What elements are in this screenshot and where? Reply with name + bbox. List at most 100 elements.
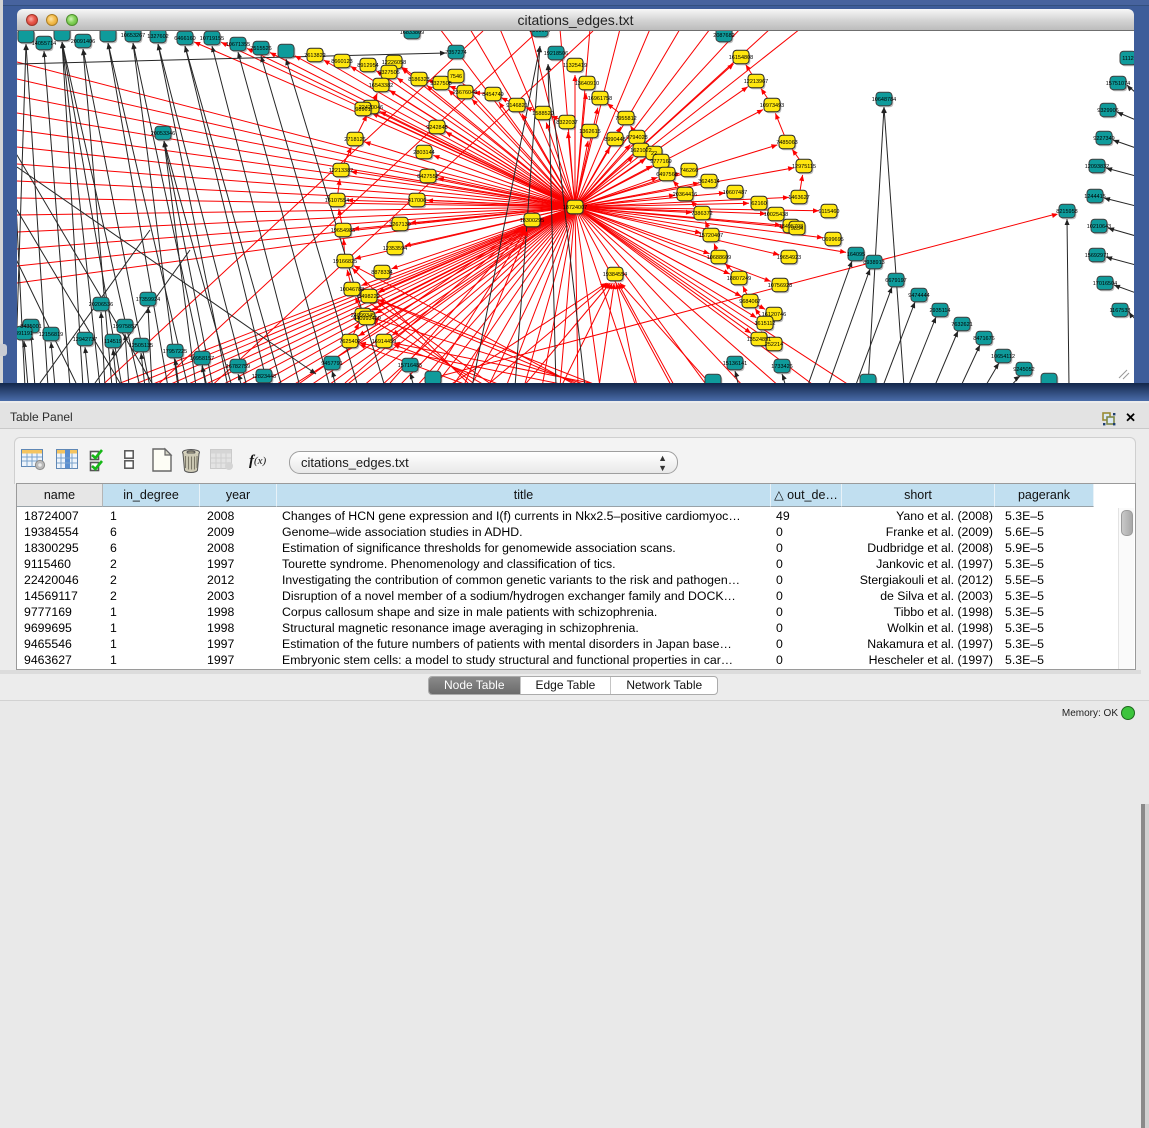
svg-text:15720407: 15720407 xyxy=(699,233,723,239)
svg-text:9457791: 9457791 xyxy=(321,361,342,367)
svg-text:10046788: 10046788 xyxy=(340,287,364,293)
svg-text:7632621: 7632621 xyxy=(951,322,972,328)
svg-text:10719155: 10719155 xyxy=(200,36,224,42)
svg-text:8215958: 8215958 xyxy=(1056,209,1077,215)
svg-text:10973493: 10973493 xyxy=(760,103,784,109)
svg-text:10958157: 10958157 xyxy=(190,356,214,362)
svg-text:1733426: 1733426 xyxy=(771,364,792,370)
svg-text:15136141: 15136141 xyxy=(723,361,747,367)
svg-text:8660123: 8660123 xyxy=(331,59,352,65)
svg-text:12156819: 12156819 xyxy=(39,332,63,338)
svg-text:12226058: 12226058 xyxy=(382,60,406,66)
svg-text:7625402: 7625402 xyxy=(339,339,360,345)
svg-text:7955812: 7955812 xyxy=(615,116,636,122)
svg-text:12823448: 12823448 xyxy=(252,374,276,380)
svg-text:114519: 114519 xyxy=(104,339,122,345)
svg-text:1112: 1112 xyxy=(1122,56,1133,62)
svg-text:6794028: 6794028 xyxy=(626,135,647,141)
svg-text:7515526: 7515526 xyxy=(250,46,271,52)
svg-text:391191: 391191 xyxy=(17,331,33,337)
svg-text:9854: 9854 xyxy=(791,226,803,232)
svg-text:2935114: 2935114 xyxy=(929,308,950,314)
svg-text:1327602: 1327602 xyxy=(147,34,168,40)
svg-text:9115460: 9115460 xyxy=(818,209,839,215)
svg-text:746266: 746266 xyxy=(680,168,698,174)
svg-text:7613822: 7613822 xyxy=(304,53,325,59)
svg-text:1621022: 1621022 xyxy=(630,148,651,154)
svg-text:12353594: 12353594 xyxy=(383,246,407,252)
svg-text:7546: 7546 xyxy=(450,74,462,80)
svg-text:6679197: 6679197 xyxy=(885,278,906,284)
svg-text:16154808: 16154808 xyxy=(729,55,753,61)
svg-text:19975857: 19975857 xyxy=(113,324,137,330)
svg-text:8938913: 8938913 xyxy=(863,260,884,266)
svg-text:18300295: 18300295 xyxy=(520,218,544,224)
svg-text:8813054: 8813054 xyxy=(529,31,550,34)
svg-text:10671355: 10671355 xyxy=(226,42,250,48)
svg-text:14055714: 14055714 xyxy=(32,41,56,47)
svg-text:8471676: 8471676 xyxy=(973,336,994,342)
svg-text:8454749: 8454749 xyxy=(482,92,503,98)
svg-text:1362615: 1362615 xyxy=(579,129,600,135)
svg-text:19654985: 19654985 xyxy=(331,228,355,234)
svg-text:7485063: 7485063 xyxy=(776,140,797,146)
svg-text:12093832: 12093832 xyxy=(1085,164,1109,170)
svg-text:10607487: 10607487 xyxy=(723,190,747,196)
svg-text:15751074: 15751074 xyxy=(1106,81,1130,87)
svg-text:9327505: 9327505 xyxy=(378,70,399,76)
svg-text:98961: 98961 xyxy=(355,107,370,113)
svg-text:6466160: 6466160 xyxy=(174,36,195,42)
svg-text:0699695: 0699695 xyxy=(822,237,843,243)
svg-text:8912954: 8912954 xyxy=(357,63,378,69)
svg-text:8322037: 8322037 xyxy=(556,120,577,126)
svg-text:252214: 252214 xyxy=(765,342,783,348)
svg-text:9474444: 9474444 xyxy=(908,293,929,299)
svg-text:9329906: 9329906 xyxy=(1097,108,1118,114)
svg-text:19218506: 19218506 xyxy=(544,51,568,57)
svg-text:20364416: 20364416 xyxy=(673,192,697,198)
svg-text:10025438: 10025438 xyxy=(764,212,788,218)
svg-text:10688609: 10688609 xyxy=(707,255,731,261)
svg-text:15716485: 15716485 xyxy=(398,363,422,369)
svg-text:9684067: 9684067 xyxy=(739,299,760,305)
svg-text:20053346: 20053346 xyxy=(151,131,175,137)
svg-text:20206536: 20206536 xyxy=(89,302,113,308)
svg-text:9245052: 9245052 xyxy=(1013,367,1034,373)
svg-text:16782759: 16782759 xyxy=(226,364,250,370)
svg-text:10653267: 10653267 xyxy=(121,33,145,39)
svg-text:7357274: 7357274 xyxy=(445,50,466,56)
svg-text:19166825: 19166825 xyxy=(333,259,357,265)
svg-text:10648784: 10648784 xyxy=(872,97,896,103)
svg-text:62160: 62160 xyxy=(751,201,766,207)
svg-text:12213382: 12213382 xyxy=(329,168,353,174)
svg-text:16961758: 16961758 xyxy=(588,96,612,102)
svg-text:16120746: 16120746 xyxy=(762,312,786,318)
svg-text:1588520: 1588520 xyxy=(532,111,553,117)
svg-text:8878334: 8878334 xyxy=(371,270,392,276)
svg-text:417006: 417006 xyxy=(408,198,426,204)
svg-text:9327508: 9327508 xyxy=(430,81,451,87)
svg-text:1167533: 1167533 xyxy=(1109,308,1130,314)
svg-text:5498222: 5498222 xyxy=(358,294,379,300)
svg-text:12975115: 12975115 xyxy=(792,164,816,170)
svg-text:3267130: 3267130 xyxy=(389,222,410,228)
svg-text:12213967: 12213967 xyxy=(744,79,768,85)
svg-text:23676048: 23676048 xyxy=(453,90,477,96)
svg-text:19654923: 19654923 xyxy=(777,255,801,261)
svg-text:8427552: 8427552 xyxy=(417,174,438,180)
svg-text:2718126: 2718126 xyxy=(344,137,365,143)
svg-text:12942737: 12942737 xyxy=(73,337,97,343)
svg-text:6497568: 6497568 xyxy=(656,172,677,178)
svg-text:10654112: 10654112 xyxy=(991,354,1015,360)
svg-text:9777169: 9777169 xyxy=(650,159,671,165)
svg-text:1244415: 1244415 xyxy=(1084,194,1105,200)
svg-text:20091406: 20091406 xyxy=(71,39,95,45)
svg-text:2803144: 2803144 xyxy=(413,150,434,156)
svg-text:13640910: 13640910 xyxy=(575,81,599,87)
svg-text:17957225: 17957225 xyxy=(163,349,187,355)
svg-text:18724007: 18724007 xyxy=(563,205,587,211)
svg-text:164095: 164095 xyxy=(847,252,865,258)
svg-text:940993469: 940993469 xyxy=(353,316,381,322)
svg-text:16107554: 16107554 xyxy=(325,198,349,204)
svg-text:16914459: 16914459 xyxy=(372,339,396,345)
